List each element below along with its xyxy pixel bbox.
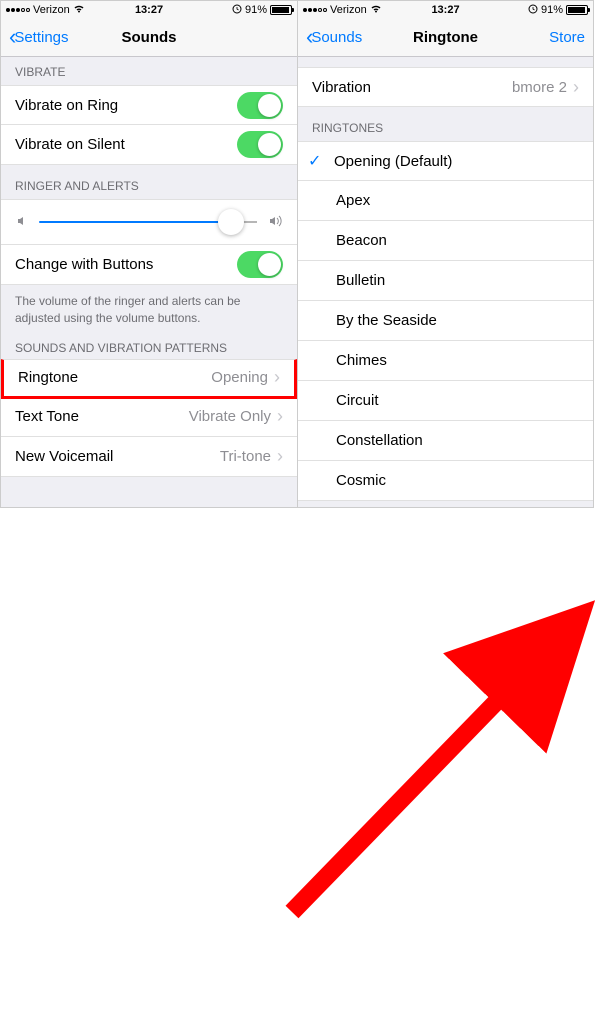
ringtone-item-label: Opening (Default) (334, 153, 579, 170)
vibrate-on-ring-label: Vibrate on Ring (15, 97, 237, 114)
back-button[interactable]: ‹ Sounds (306, 26, 362, 50)
section-header-ringer: RINGER AND ALERTS (1, 165, 297, 199)
ringtone-row[interactable]: Ringtone Opening › (1, 359, 297, 399)
clock-label: 13:27 (135, 4, 163, 16)
ringtone-item-label: Constellation (336, 432, 579, 449)
ringtone-screen: Verizon 13:27 91% ‹ Sounds Ringtone Stor… (297, 0, 594, 508)
signal-dots-icon (303, 8, 327, 12)
back-label: Sounds (311, 29, 362, 46)
clock-label: 13:27 (431, 4, 459, 16)
ringtone-item-label: Beacon (336, 232, 579, 249)
ringtone-item-label: Apex (336, 192, 579, 209)
vibration-label: Vibration (312, 79, 512, 96)
nav-bar: ‹ Sounds Ringtone Store (298, 19, 593, 57)
vibrate-on-silent-toggle[interactable] (237, 131, 283, 158)
ringtone-item-label: By the Seaside (336, 312, 579, 329)
ringtone-item-label: Cosmic (336, 472, 579, 489)
speaker-high-icon (267, 214, 283, 231)
vibrate-on-silent-label: Vibrate on Silent (15, 136, 237, 153)
status-bar: Verizon 13:27 91% (298, 1, 593, 19)
signal-dots-icon (6, 8, 30, 12)
vibrate-on-ring-row[interactable]: Vibrate on Ring (1, 85, 297, 125)
battery-icon (270, 5, 292, 15)
chevron-right-icon: › (573, 77, 579, 98)
vibrate-on-ring-toggle[interactable] (237, 92, 283, 119)
ringtone-item-bulletin[interactable]: Bulletin (298, 261, 593, 301)
text-tone-row[interactable]: Text Tone Vibrate Only › (1, 397, 297, 437)
section-header-patterns: SOUNDS AND VIBRATION PATTERNS (1, 335, 297, 361)
battery-pct-label: 91% (541, 4, 563, 16)
ringtone-item-apex[interactable]: Apex (298, 181, 593, 221)
store-button[interactable]: Store (549, 29, 585, 46)
ringtone-item-label: Chimes (336, 352, 579, 369)
page-title: Sounds (122, 29, 177, 46)
change-with-buttons-toggle[interactable] (237, 251, 283, 278)
vibration-value: bmore 2 (512, 79, 567, 96)
rotation-lock-icon (528, 4, 538, 17)
section-header-vibrate: VIBRATE (1, 57, 297, 85)
annotation-arrow (0, 508, 595, 1016)
ringtone-value: Opening (211, 369, 268, 386)
change-with-buttons-row[interactable]: Change with Buttons (1, 245, 297, 285)
carrier-label: Verizon (33, 4, 70, 16)
ringtone-item-label: Bulletin (336, 272, 579, 289)
wifi-icon (73, 4, 85, 16)
wifi-icon (370, 4, 382, 16)
text-tone-value: Vibrate Only (189, 408, 271, 425)
volume-slider[interactable] (39, 221, 257, 223)
volume-footer-note: The volume of the ringer and alerts can … (1, 285, 297, 335)
ringtone-item-circuit[interactable]: Circuit (298, 381, 593, 421)
text-tone-label: Text Tone (15, 408, 189, 425)
ringtone-item-seaside[interactable]: By the Seaside (298, 301, 593, 341)
page-title: Ringtone (413, 29, 478, 46)
chevron-right-icon: › (277, 446, 283, 467)
new-voicemail-row[interactable]: New Voicemail Tri-tone › (1, 437, 297, 477)
change-with-buttons-label: Change with Buttons (15, 256, 237, 273)
volume-slider-row (1, 199, 297, 245)
new-voicemail-value: Tri-tone (220, 448, 271, 465)
section-header-ringtones: RINGTONES (298, 107, 593, 141)
slider-thumb[interactable] (218, 209, 244, 235)
chevron-right-icon: › (274, 367, 280, 388)
rotation-lock-icon (232, 4, 242, 17)
status-bar: Verizon 13:27 91% (1, 1, 297, 19)
ringtone-label: Ringtone (18, 369, 211, 386)
battery-pct-label: 91% (245, 4, 267, 16)
back-label: Settings (14, 29, 68, 46)
ringtone-item-opening[interactable]: ✓ Opening (Default) (298, 141, 593, 181)
ringtone-item-cosmic[interactable]: Cosmic (298, 461, 593, 501)
ringtone-item-beacon[interactable]: Beacon (298, 221, 593, 261)
vibrate-on-silent-row[interactable]: Vibrate on Silent (1, 125, 297, 165)
ringtone-item-constellation[interactable]: Constellation (298, 421, 593, 461)
speaker-low-icon (15, 214, 29, 231)
nav-bar: ‹ Settings Sounds (1, 19, 297, 57)
back-button[interactable]: ‹ Settings (9, 26, 69, 50)
carrier-label: Verizon (330, 4, 367, 16)
battery-icon (566, 5, 588, 15)
ringtone-item-label: Circuit (336, 392, 579, 409)
chevron-right-icon: › (277, 406, 283, 427)
ringtone-item-chimes[interactable]: Chimes (298, 341, 593, 381)
new-voicemail-label: New Voicemail (15, 448, 220, 465)
vibration-row[interactable]: Vibration bmore 2 › (298, 67, 593, 107)
checkmark-icon: ✓ (308, 151, 326, 171)
sounds-screen: Verizon 13:27 91% ‹ Settings Sounds VIBR… (0, 0, 297, 508)
